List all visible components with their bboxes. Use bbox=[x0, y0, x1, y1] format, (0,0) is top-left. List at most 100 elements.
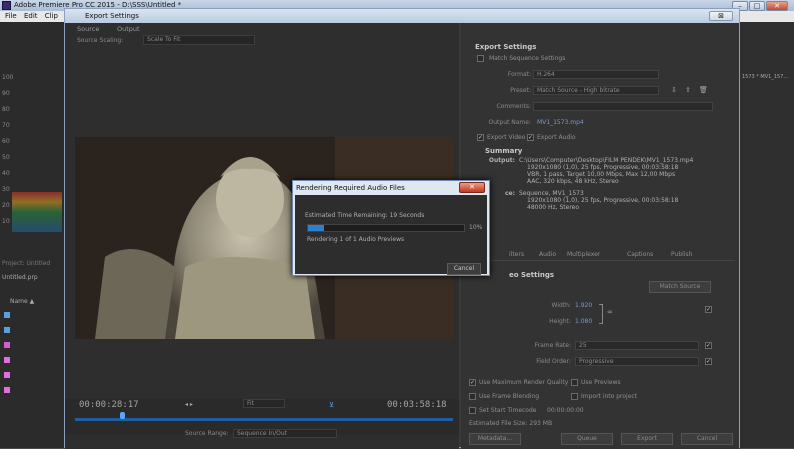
meter-tick: 80 bbox=[2, 106, 10, 113]
frame-blending-checkbox[interactable] bbox=[469, 393, 476, 400]
chain-link-icon[interactable]: ∞ bbox=[607, 308, 613, 316]
summary-header[interactable]: Summary bbox=[485, 147, 522, 155]
import-into-project-label: Import into project bbox=[581, 393, 638, 400]
height-label: Height: bbox=[549, 318, 571, 325]
bin-color bbox=[4, 357, 10, 363]
project-file: Untitled.prp bbox=[2, 274, 38, 281]
meter-tick: 70 bbox=[2, 122, 10, 129]
summary-source-line: 1920x1080 (1,0), 25 fps, Progressive, 00… bbox=[527, 197, 679, 204]
frame-rate-select[interactable]: 25 bbox=[575, 341, 699, 350]
estimated-time-remaining: Estimated Time Remaining: 19 Seconds bbox=[305, 212, 425, 219]
source-range-bar[interactable] bbox=[75, 418, 453, 421]
zoom-fit-select[interactable]: Fit bbox=[243, 399, 285, 408]
export-audio-checkbox[interactable]: ✓ bbox=[527, 134, 534, 141]
field-order-checkbox[interactable]: ✓ bbox=[705, 358, 712, 365]
preset-label: Preset: bbox=[510, 87, 531, 94]
max-render-quality-checkbox[interactable]: ✓ bbox=[469, 379, 476, 386]
dialog-close-button[interactable]: ⊠ bbox=[709, 11, 733, 21]
premiere-app-icon bbox=[2, 1, 11, 10]
height-value[interactable]: 1.080 bbox=[575, 318, 592, 325]
aspect-link-bracket bbox=[599, 304, 603, 324]
format-select[interactable]: H.264 bbox=[533, 70, 659, 79]
summary-output-line: C:\Users\Computer\Desktop\FILM PENDEK\MV… bbox=[519, 157, 694, 164]
set-start-timecode-checkbox[interactable] bbox=[469, 407, 476, 414]
output-name-link[interactable]: MV1_1573.mp4 bbox=[537, 119, 584, 126]
start-timecode-value[interactable]: 00:00:00:00 bbox=[547, 407, 584, 414]
export-video-label: Export Video bbox=[487, 134, 526, 141]
export-settings-header[interactable]: Export Settings bbox=[475, 43, 536, 51]
tab-output[interactable]: Output bbox=[117, 25, 140, 33]
render-cancel-button[interactable]: Cancel bbox=[447, 263, 481, 275]
audio-meter-bars bbox=[12, 192, 62, 232]
bin-color bbox=[4, 372, 10, 378]
source-range-label: Source Range: bbox=[185, 430, 229, 437]
render-progress-fill bbox=[308, 225, 324, 231]
output-name-label: Output Name: bbox=[488, 119, 531, 126]
background-right-panel: 1573 * MV1_157... bbox=[740, 22, 794, 448]
summary-output-label: Output: bbox=[488, 157, 515, 164]
use-previews-label: Use Previews bbox=[581, 379, 621, 386]
comments-field[interactable] bbox=[533, 102, 713, 111]
source-scaling-select[interactable]: Scale To Fit bbox=[143, 35, 255, 45]
export-video-checkbox[interactable]: ✓ bbox=[477, 134, 484, 141]
project-name-header[interactable]: Name ▲ bbox=[10, 298, 34, 305]
summary-output-line: VBR, 1 pass, Target 10,00 Mbps, Max 12,0… bbox=[527, 171, 676, 178]
set-start-timecode-label: Set Start Timecode bbox=[479, 407, 537, 414]
timecode-out[interactable]: 00:03:58:18 bbox=[387, 400, 447, 410]
import-into-project-checkbox[interactable] bbox=[571, 393, 578, 400]
meter-tick: 50 bbox=[2, 154, 10, 161]
summary-source-line: 48000 Hz, Stereo bbox=[527, 204, 580, 211]
menu-edit[interactable]: Edit bbox=[24, 12, 38, 20]
rendering-dialog-close-button[interactable]: ✕ bbox=[459, 182, 485, 193]
in-out-markers[interactable]: ◂ ▸ bbox=[185, 401, 193, 408]
tab-source[interactable]: Source bbox=[77, 25, 99, 33]
tab-captions[interactable]: Captions bbox=[627, 251, 653, 258]
tab-multiplexer[interactable]: Multiplexer bbox=[567, 251, 600, 258]
close-window-button[interactable]: ✕ bbox=[766, 1, 788, 11]
summary-source-line: Sequence, MV1_1573 bbox=[519, 190, 584, 197]
render-progress-percent: 10% bbox=[469, 224, 483, 231]
max-render-quality-label: Use Maximum Render Quality bbox=[479, 379, 569, 386]
dialog-titlebar: Export Settings bbox=[65, 9, 739, 23]
bin-color bbox=[4, 387, 10, 393]
meter-tick: 100 bbox=[2, 74, 14, 81]
summary-output-line: AAC, 320 kbps, 48 kHz, Stereo bbox=[527, 178, 619, 185]
meter-tick: 30 bbox=[2, 186, 10, 193]
source-range-select[interactable]: Sequence In/Out bbox=[233, 429, 337, 438]
frame-rate-checkbox[interactable]: ✓ bbox=[705, 342, 712, 349]
metadata-button[interactable]: Metadata... bbox=[469, 433, 521, 445]
delete-preset-icon[interactable]: 🗑 bbox=[699, 86, 708, 94]
import-preset-icon[interactable]: ⇪ bbox=[685, 86, 691, 94]
field-order-select[interactable]: Progressive bbox=[575, 357, 699, 366]
timecode-in[interactable]: 00:00:28:17 bbox=[79, 400, 139, 410]
use-previews-checkbox[interactable] bbox=[571, 379, 578, 386]
field-order-label: Field Order: bbox=[536, 358, 571, 365]
maximize-button[interactable]: □ bbox=[749, 1, 765, 11]
sequence-tab[interactable]: 1573 * MV1_157... bbox=[742, 74, 788, 80]
frame-blending-label: Use Frame Blending bbox=[479, 393, 540, 400]
menu-clip[interactable]: Clip bbox=[45, 12, 58, 20]
source-scaling-label: Source Scaling: bbox=[77, 37, 124, 44]
tab-publish[interactable]: Publish bbox=[671, 251, 692, 258]
tab-filters[interactable]: ilters bbox=[509, 251, 524, 258]
match-sequence-checkbox[interactable] bbox=[477, 55, 484, 62]
dialog-title: Export Settings bbox=[85, 12, 139, 20]
video-settings-header[interactable]: eo Settings bbox=[509, 271, 554, 279]
render-status: Rendering 1 of 1 Audio Previews bbox=[307, 236, 405, 243]
width-height-checkbox[interactable]: ✓ bbox=[705, 306, 712, 313]
export-button[interactable]: Export bbox=[621, 433, 673, 445]
estimated-file-size: Estimated File Size: 293 MB bbox=[469, 420, 553, 427]
preset-select[interactable]: Match Source - High bitrate bbox=[533, 86, 659, 95]
match-source-button[interactable]: Match Source bbox=[649, 281, 711, 293]
queue-button[interactable]: Queue bbox=[561, 433, 613, 445]
summary-output-line: 1920x1080 (1,0), 25 fps, Progressive, 00… bbox=[527, 164, 679, 171]
menu-file[interactable]: File bbox=[5, 12, 17, 20]
playhead-handle[interactable] bbox=[120, 412, 125, 419]
width-value[interactable]: 1.920 bbox=[575, 302, 592, 309]
tab-audio[interactable]: Audio bbox=[539, 251, 556, 258]
save-preset-icon[interactable]: ⇩ bbox=[671, 86, 677, 94]
format-label: Format: bbox=[507, 71, 531, 78]
cancel-button[interactable]: Cancel bbox=[681, 433, 733, 445]
meter-tick: 40 bbox=[2, 170, 10, 177]
aspect-icon[interactable]: ⊻ bbox=[329, 401, 334, 409]
